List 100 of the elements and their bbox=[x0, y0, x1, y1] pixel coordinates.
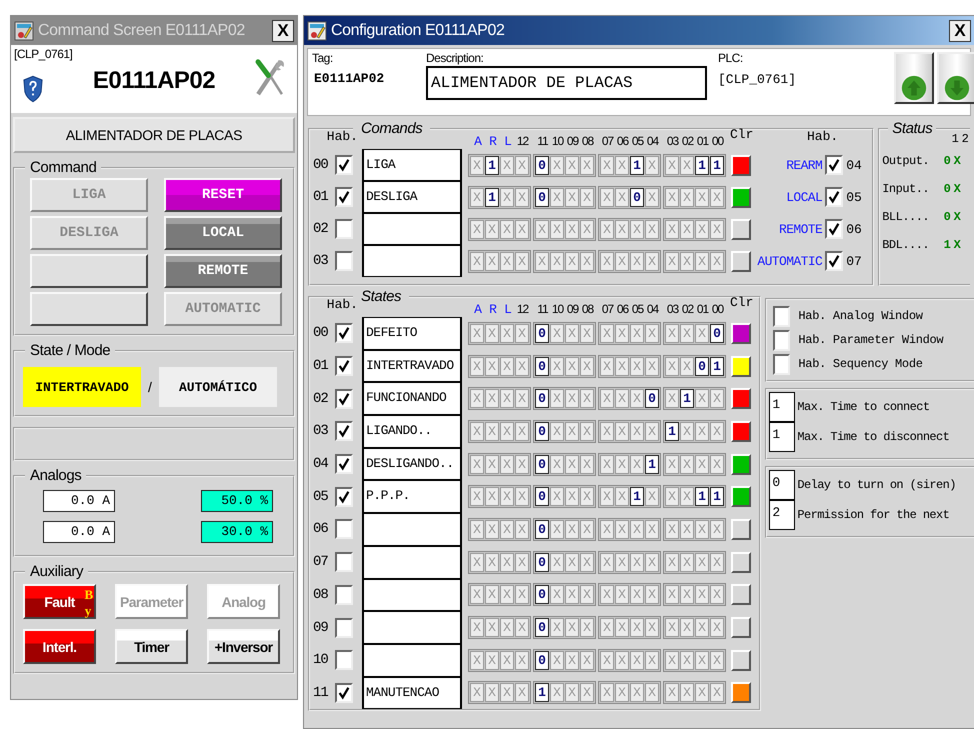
bit-cell[interactable]: X bbox=[580, 520, 594, 539]
bit-cell[interactable]: X bbox=[645, 618, 659, 638]
checkbox[interactable] bbox=[335, 486, 353, 507]
bit-cell[interactable]: X bbox=[630, 389, 644, 408]
bit-cell[interactable]: X bbox=[550, 220, 564, 238]
bit-cell[interactable]: X bbox=[500, 618, 514, 638]
bit-cell[interactable]: X bbox=[615, 585, 629, 604]
bit-cell[interactable]: X bbox=[500, 683, 514, 702]
bit-cell[interactable]: X bbox=[645, 683, 659, 702]
bit-cell[interactable]: X bbox=[485, 487, 499, 506]
bit-cell[interactable]: X bbox=[710, 220, 724, 238]
bit-cell[interactable]: X bbox=[515, 683, 529, 702]
bit-cell[interactable]: X bbox=[615, 487, 629, 506]
bit-cell[interactable]: X bbox=[615, 324, 629, 343]
move-up-button[interactable] bbox=[894, 52, 934, 104]
bit-cell[interactable]: X bbox=[515, 422, 529, 441]
bit-cell[interactable]: X bbox=[710, 520, 724, 539]
bit-cell[interactable]: X bbox=[515, 454, 529, 474]
bit-cell[interactable]: X bbox=[615, 188, 629, 206]
bit-cell[interactable]: X bbox=[565, 618, 579, 638]
bit-cell[interactable]: 0 bbox=[535, 487, 549, 506]
bit-cell[interactable]: X bbox=[565, 487, 579, 506]
bit-cell[interactable]: X bbox=[485, 356, 499, 376]
bit-cell[interactable]: X bbox=[550, 188, 564, 206]
bit-cell[interactable]: X bbox=[680, 520, 694, 539]
bit-cell[interactable]: X bbox=[565, 683, 579, 702]
bit-cell[interactable]: X bbox=[565, 188, 579, 206]
bit-cell[interactable]: X bbox=[470, 220, 484, 238]
bit-cell[interactable]: X bbox=[485, 220, 499, 238]
name-field[interactable]: DEFEITO bbox=[362, 317, 462, 350]
bit-cell[interactable]: X bbox=[665, 585, 679, 604]
bit-cell[interactable]: X bbox=[600, 552, 614, 572]
bit-cell[interactable]: X bbox=[535, 220, 549, 238]
bit-cell[interactable]: 0 bbox=[535, 389, 549, 408]
bit-cell[interactable]: X bbox=[470, 650, 484, 670]
command-button[interactable] bbox=[30, 254, 148, 288]
bit-cell[interactable]: X bbox=[515, 356, 529, 376]
bit-cell[interactable]: X bbox=[645, 487, 659, 506]
command-button[interactable]: LOCAL bbox=[164, 216, 282, 250]
bit-cell[interactable]: X bbox=[515, 389, 529, 408]
bit-cell[interactable]: X bbox=[710, 454, 724, 474]
bit-cell[interactable]: 0 bbox=[535, 422, 549, 441]
bit-cell[interactable]: X bbox=[630, 220, 644, 238]
bit-cell[interactable]: X bbox=[665, 454, 679, 474]
bit-cell[interactable]: X bbox=[580, 422, 594, 441]
checkbox[interactable] bbox=[825, 251, 844, 271]
checkbox[interactable] bbox=[335, 650, 353, 670]
bit-cell[interactable]: X bbox=[550, 487, 564, 506]
bit-cell[interactable]: X bbox=[600, 585, 614, 604]
auxiliary-button[interactable]: Interl. bbox=[23, 629, 96, 664]
bit-cell[interactable]: X bbox=[485, 324, 499, 343]
bit-cell[interactable]: X bbox=[710, 188, 724, 206]
bit-cell[interactable]: X bbox=[470, 188, 484, 206]
name-field[interactable]: DESLIGANDO.. bbox=[362, 448, 462, 480]
bit-cell[interactable]: X bbox=[550, 552, 564, 572]
bit-cell[interactable]: X bbox=[580, 454, 594, 474]
name-field[interactable]: P.P.P. bbox=[362, 480, 462, 514]
bit-cell[interactable]: X bbox=[550, 520, 564, 539]
color-swatch[interactable] bbox=[731, 186, 751, 208]
bit-cell[interactable]: 1 bbox=[485, 156, 499, 174]
bit-cell[interactable]: 1 bbox=[665, 422, 679, 441]
bit-cell[interactable]: X bbox=[485, 520, 499, 539]
bit-cell[interactable]: X bbox=[580, 650, 594, 670]
bit-cell[interactable]: X bbox=[565, 252, 579, 270]
bit-cell[interactable]: 1 bbox=[710, 156, 724, 174]
bit-cell[interactable]: X bbox=[680, 252, 694, 270]
bit-cell[interactable]: 0 bbox=[535, 454, 549, 474]
bit-cell[interactable]: 0 bbox=[695, 356, 709, 376]
bit-cell[interactable]: X bbox=[665, 356, 679, 376]
bit-cell[interactable]: X bbox=[565, 585, 579, 604]
bit-cell[interactable]: X bbox=[680, 683, 694, 702]
bit-cell[interactable]: X bbox=[615, 220, 629, 238]
bit-cell[interactable]: 1 bbox=[710, 356, 724, 376]
bit-cell[interactable]: X bbox=[550, 683, 564, 702]
delay-field[interactable]: 0 bbox=[769, 470, 796, 500]
auxiliary-button[interactable]: +Inversor bbox=[207, 629, 280, 664]
bit-cell[interactable]: X bbox=[695, 324, 709, 343]
checkbox[interactable] bbox=[335, 584, 353, 605]
bit-cell[interactable]: X bbox=[580, 585, 594, 604]
bit-cell[interactable]: X bbox=[470, 356, 484, 376]
bit-cell[interactable]: X bbox=[470, 389, 484, 408]
bit-cell[interactable]: X bbox=[580, 252, 594, 270]
name-field[interactable]: INTERTRAVADO bbox=[362, 350, 462, 382]
name-field[interactable] bbox=[362, 245, 462, 277]
bit-cell[interactable]: X bbox=[645, 585, 659, 604]
bit-cell[interactable]: X bbox=[680, 324, 694, 343]
bit-cell[interactable]: 0 bbox=[535, 156, 549, 174]
bit-cell[interactable]: 0 bbox=[535, 520, 549, 539]
bit-cell[interactable]: 0 bbox=[535, 552, 549, 572]
bit-cell[interactable]: X bbox=[600, 487, 614, 506]
bit-cell[interactable]: X bbox=[630, 683, 644, 702]
color-swatch[interactable] bbox=[731, 486, 751, 508]
bit-cell[interactable]: X bbox=[565, 220, 579, 238]
time-field[interactable]: 1 bbox=[769, 422, 796, 452]
bit-cell[interactable]: X bbox=[515, 618, 529, 638]
bit-cell[interactable]: 1 bbox=[695, 156, 709, 174]
bit-cell[interactable]: X bbox=[600, 252, 614, 270]
bit-cell[interactable]: X bbox=[665, 487, 679, 506]
checkbox[interactable] bbox=[825, 155, 844, 175]
bit-cell[interactable]: X bbox=[470, 552, 484, 572]
